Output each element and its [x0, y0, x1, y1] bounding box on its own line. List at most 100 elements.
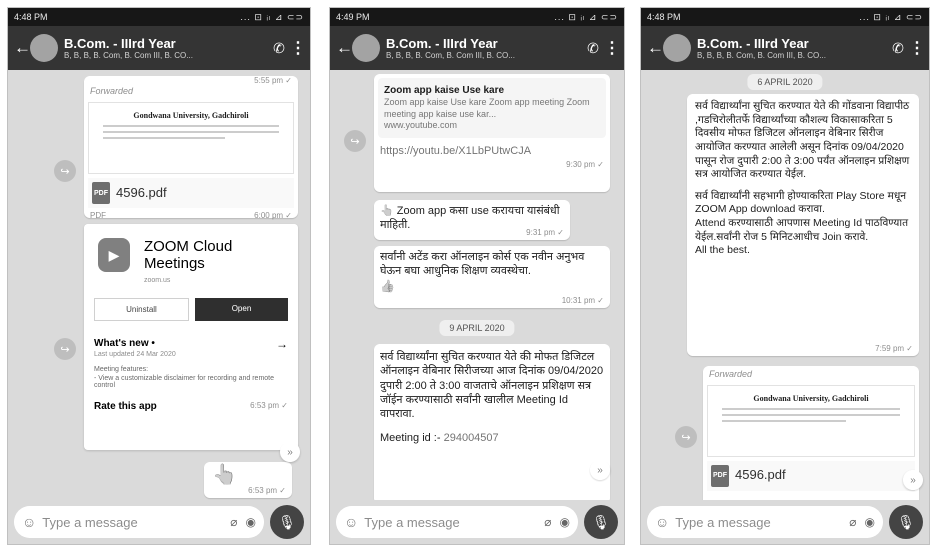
thumbs-up-icon: 👍	[380, 278, 395, 293]
status-time: 4:48 PM	[647, 12, 681, 22]
add-call-icon[interactable]: ✆	[582, 40, 604, 57]
camera-icon[interactable]: ◉	[865, 515, 875, 529]
chat-header: ← B.Com. - IIIrd Year B, B, B, B. Com, B…	[641, 26, 929, 70]
forwarded-label: Forwarded	[709, 369, 753, 379]
pdf-preview[interactable]: Gondwana University, Gadchiroli	[88, 102, 294, 175]
message-time: 6:53 pm ✓	[248, 485, 286, 495]
chat-area[interactable]: ↪ Zoom app kaise Use kare Zoom app kaise…	[330, 70, 624, 500]
link-title: Zoom app kaise Use kare	[384, 85, 505, 96]
notice-message[interactable]: सर्व विद्यार्थ्यांना सुचित करण्यात येते …	[374, 344, 610, 500]
more-options-icon[interactable]: ⋮	[604, 38, 620, 58]
status-icons: ... ⊡ ᵢₗ ⊿ ⊂⊃	[859, 11, 923, 22]
mic-icon[interactable]: 🎙	[270, 505, 304, 539]
whats-new-heading: What's new •	[94, 338, 155, 349]
emoji-icon[interactable]: ☺	[22, 514, 36, 530]
camera-icon[interactable]: ◉	[560, 515, 570, 529]
camera-icon[interactable]: ◉	[246, 515, 256, 529]
back-arrow-icon[interactable]: ←	[336, 38, 353, 58]
link-url[interactable]: https://youtu.be/X1LbPUtwCJA	[374, 142, 610, 160]
pdf-filename: 4596.pdf	[735, 467, 786, 483]
message-time: 5:55 pm ✓	[254, 76, 292, 85]
pdf-preview[interactable]: Gondwana University, Gadchiroli	[707, 384, 915, 457]
group-members: B, B, B, B. Com, B. Com III, B. CO...	[64, 51, 193, 60]
uninstall-button[interactable]: Uninstall	[94, 297, 189, 321]
message-input[interactable]: ☺ Type a message ⌀ ◉	[336, 506, 578, 538]
emoji-message[interactable]: 👆 6:53 pm ✓	[204, 462, 292, 498]
message-placeholder: Type a message	[42, 514, 138, 530]
more-options-icon[interactable]: ⋮	[909, 38, 925, 58]
group-avatar[interactable]	[352, 34, 380, 62]
group-title: B.Com. - IIIrd Year	[697, 36, 809, 51]
pdf-meta: PDF 6:00 pm ✓	[84, 208, 298, 224]
pdf-filename: 4596.pdf	[116, 184, 167, 200]
letter-heading: Gondwana University, Gadchiroli	[753, 393, 869, 403]
attach-icon[interactable]: ⌀	[230, 515, 237, 529]
status-icons: ... ⊡ ᵢₗ ⊿ ⊂⊃	[554, 11, 618, 22]
pdf-icon: PDF	[711, 464, 729, 487]
app-developer: zoom.us	[143, 276, 171, 284]
message-time: 7:59 pm ✓	[875, 343, 913, 353]
attach-icon[interactable]: ⌀	[544, 515, 551, 529]
message-placeholder: Type a message	[364, 514, 460, 530]
message-time: 6:53 pm ✓	[250, 400, 288, 410]
mic-icon[interactable]: 🎙	[889, 505, 923, 539]
message-text: सर्व विद्यार्थ्यांना सुचित करण्यात येते …	[380, 351, 604, 421]
group-info[interactable]: B.Com. - IIIrd Year B, B, B, B. Com, B. …	[64, 36, 268, 60]
letter-line	[103, 125, 279, 128]
pdf-message[interactable]: Forwarded Gondwana University, Gadchirol…	[703, 366, 919, 500]
message-time: 9:31 pm ✓	[526, 227, 564, 237]
forward-share-icon[interactable]: ↪	[54, 338, 76, 360]
add-call-icon[interactable]: ✆	[887, 40, 909, 57]
scroll-down-icon[interactable]: »	[590, 460, 610, 480]
group-avatar[interactable]	[30, 34, 58, 62]
pdf-time: 6:00 pm ✓	[254, 211, 292, 221]
add-call-icon[interactable]: ✆	[268, 40, 290, 57]
chat-area[interactable]: 6 APRIL 2020 सर्व विद्यार्थ्यांना सुचित …	[641, 70, 929, 500]
attach-icon[interactable]: ⌀	[849, 515, 856, 529]
playstore-screenshot[interactable]: ▶ ZOOM Cloud Meetings zoom.us Uninstall …	[84, 224, 298, 450]
emoji-icon[interactable]: ☺	[344, 514, 358, 530]
pdf-icon: PDF	[92, 182, 110, 205]
pointing-hand-icon: 👆	[212, 464, 237, 486]
text-message[interactable]: सर्वांनी अटेंड करा ऑनलाइन कोर्स एक नवीन …	[374, 246, 610, 308]
notice-message[interactable]: सर्व विद्यार्थ्यांना सुचित करण्यात येते …	[687, 94, 919, 356]
message-placeholder: Type a message	[675, 514, 771, 530]
composer: ☺ Type a message ⌀ ◉ 🎙	[641, 500, 929, 544]
letter-line	[722, 414, 900, 417]
message-text: सर्वांनी अटेंड करा ऑनलाइन कोर्स एक नवीन …	[380, 251, 585, 278]
emoji-icon[interactable]: ☺	[655, 514, 669, 530]
pdf-type: PDF	[90, 211, 106, 221]
link-message[interactable]: Zoom app kaise Use kare Zoom app kaise U…	[374, 74, 610, 192]
forward-share-icon[interactable]: ↪	[344, 130, 366, 152]
status-icons: ... ⊡ ᵢₗ ⊿ ⊂⊃	[240, 11, 304, 22]
group-title: B.Com. - IIIrd Year	[64, 36, 176, 51]
link-domain: www.youtube.com	[384, 120, 458, 131]
pdf-file-row[interactable]: PDF 4596.pdf	[707, 460, 915, 491]
scroll-down-icon[interactable]: »	[903, 470, 923, 490]
pdf-message[interactable]: 5:55 pm ✓ Forwarded Gondwana University,…	[84, 76, 298, 220]
meeting-id-value[interactable]: 294004507	[444, 432, 499, 444]
message-input[interactable]: ☺ Type a message ⌀ ◉	[647, 506, 883, 538]
back-arrow-icon[interactable]: ←	[647, 38, 664, 58]
arrow-right-icon[interactable]: →	[276, 337, 288, 351]
pdf-file-row[interactable]: PDF 4596.pdf	[88, 178, 294, 209]
back-arrow-icon[interactable]: ←	[14, 38, 31, 58]
chat-header: ← B.Com. - IIIrd Year B, B, B, B. Com, B…	[8, 26, 310, 70]
scroll-down-icon[interactable]: »	[280, 442, 300, 462]
forward-share-icon[interactable]: ↪	[54, 160, 76, 182]
open-button[interactable]: Open	[195, 297, 288, 321]
group-info[interactable]: B.Com. - IIIrd Year B, B, B, B. Com, B. …	[697, 36, 887, 60]
forward-share-icon[interactable]: ↪	[675, 426, 697, 448]
link-preview[interactable]: Zoom app kaise Use kare Zoom app kaise U…	[378, 78, 606, 139]
group-title: B.Com. - IIIrd Year	[386, 36, 498, 51]
status-bar: 4:49 PM ... ⊡ ᵢₗ ⊿ ⊂⊃	[330, 8, 624, 26]
text-message[interactable]: 👆 Zoom app कसा use करायचा यासंबंधी माहित…	[374, 200, 570, 240]
message-time: 10:31 pm ✓	[561, 295, 604, 305]
chat-area[interactable]: ↪ 5:55 pm ✓ Forwarded Gondwana Universit…	[8, 70, 310, 500]
more-options-icon[interactable]: ⋮	[290, 38, 306, 58]
mic-icon[interactable]: 🎙	[584, 505, 618, 539]
group-avatar[interactable]	[663, 34, 691, 62]
composer: ☺ Type a message ⌀ ◉ 🎙	[8, 500, 310, 544]
group-info[interactable]: B.Com. - IIIrd Year B, B, B, B. Com, B. …	[386, 36, 582, 60]
message-input[interactable]: ☺ Type a message ⌀ ◉	[14, 506, 264, 538]
